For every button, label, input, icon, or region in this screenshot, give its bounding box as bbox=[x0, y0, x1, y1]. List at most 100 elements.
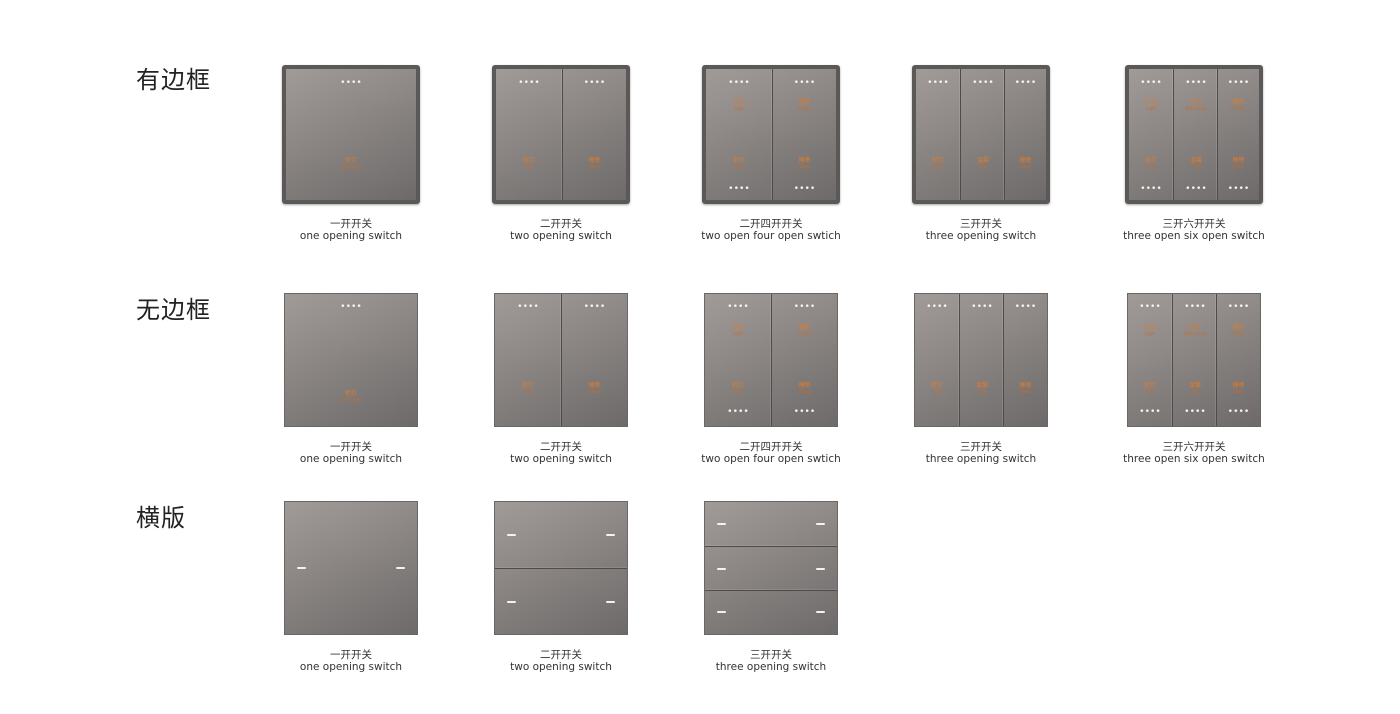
switch-panel[interactable]: •••• 射灯 Light •••• 睡眠 Sleep bbox=[494, 293, 628, 427]
switch-panel[interactable] bbox=[494, 501, 628, 635]
switch-key-right[interactable]: •••• 窗帘 Curtain 睡眠 Sleep •••• bbox=[1216, 294, 1260, 426]
switch-key-left[interactable]: •••• 射灯 Light bbox=[495, 294, 561, 426]
switch-key-left[interactable]: •••• 灯光 Light 射灯 Light •••• bbox=[706, 69, 772, 200]
switch-key-right[interactable]: •••• 窗帘 Curtain 睡眠 Sleep •••• bbox=[1217, 69, 1259, 200]
switch-caption: 二开四开开关 two open four open swtich bbox=[701, 441, 841, 465]
switch-key-middle[interactable]: •••• 主灯 Main Lamp 温馨 Cozy •••• bbox=[1173, 69, 1218, 200]
switch-panel[interactable]: •••• 灯光 Light 射灯 Light •••• •••• 主灯 Main La… bbox=[1127, 293, 1261, 427]
switch-panel[interactable]: •••• 灯光 Light 射灯 Light •••• •••• 主灯 Main La… bbox=[1125, 65, 1263, 204]
button-label: 温馨 Cozy bbox=[976, 157, 990, 169]
indicator-dots-icon: •••• bbox=[583, 302, 606, 312]
indicator-dash-icon bbox=[816, 523, 825, 525]
button-label: 窗帘 Curtain bbox=[797, 99, 812, 111]
switch-key-middle[interactable]: •••• 温馨 Cozy bbox=[959, 294, 1004, 426]
switch-key-top[interactable] bbox=[705, 502, 837, 546]
indicator-dots-icon: •••• bbox=[1185, 78, 1207, 88]
switch-key-right[interactable]: •••• 睡眠 Sleep bbox=[1003, 294, 1047, 426]
indicator-dash-icon bbox=[507, 534, 516, 536]
switch-caption: 二开开关 two opening switch bbox=[510, 218, 612, 242]
switch-key-right[interactable]: •••• 睡眠 Sleep bbox=[561, 294, 627, 426]
button-label: 温馨 Cozy bbox=[975, 382, 989, 394]
switch-key-left[interactable]: •••• 射灯 Light bbox=[915, 294, 959, 426]
button-label: 射灯 Light bbox=[1143, 382, 1157, 394]
button-label: 灯光 Light bbox=[732, 99, 746, 111]
indicator-dots-icon: •••• bbox=[1184, 302, 1206, 312]
switch-caption: 一开开关 one opening switch bbox=[299, 441, 403, 465]
indicator-dots-icon: •••• bbox=[1139, 302, 1161, 312]
switch-key-top[interactable] bbox=[495, 502, 627, 568]
indicator-dots-icon: •••• bbox=[517, 302, 539, 312]
switch-caption: 二开开关 two opening switch bbox=[510, 441, 612, 465]
row-title-horizontal: 横版 bbox=[136, 504, 186, 532]
button-label: 窗帘 Curtain bbox=[797, 324, 812, 336]
button-label: 窗帘 Curtain bbox=[1231, 99, 1246, 111]
switch-key-left[interactable]: •••• 灯光 Light 射灯 Light •••• bbox=[1129, 69, 1173, 200]
button-label: 主灯 Main Lamp bbox=[1185, 99, 1207, 111]
button-label: 射灯 Light bbox=[1144, 157, 1158, 169]
button-label: 射灯 Light bbox=[731, 382, 745, 394]
indicator-dots-icon: •••• bbox=[1184, 407, 1206, 417]
button-label: 灯光 Light bbox=[1144, 99, 1158, 111]
switch-panel[interactable]: •••• 射灯 Light •••• 温馨 Cozy •••• 睡眠 Sleep bbox=[914, 293, 1048, 427]
button-label: 射灯 Light bbox=[522, 157, 536, 169]
switch-panel[interactable]: •••• 射灯 Light •••• 睡眠 Sleep bbox=[492, 65, 630, 204]
button-label: 睡眠 Sleep bbox=[588, 382, 601, 394]
button-label: 睡眠 Sleep bbox=[798, 157, 811, 169]
switch-caption: 三开六开开关 three open six open switch bbox=[1123, 218, 1265, 242]
indicator-dots-icon: •••• bbox=[927, 78, 949, 88]
horizontal-one-switch: 一开开关 one opening switch bbox=[251, 501, 451, 673]
indicator-dash-icon bbox=[717, 568, 726, 570]
button-label: 射灯 Spot Lamp bbox=[340, 390, 362, 402]
button-label: 射灯 Light bbox=[732, 157, 746, 169]
switch-caption: 二开开关 two opening switch bbox=[510, 649, 612, 673]
indicator-dots-icon: •••• bbox=[1014, 78, 1037, 88]
row-title-frameless: 无边框 bbox=[136, 296, 211, 324]
switch-key-middle[interactable]: •••• 温馨 Cozy bbox=[960, 69, 1005, 200]
switch-key-left[interactable]: •••• 灯光 Light 射灯 Light •••• bbox=[705, 294, 771, 426]
framed-three-switch: •••• 射灯 Light •••• 温馨 Cozy •••• 睡眠 Sleep 三开… bbox=[881, 65, 1081, 242]
switch-panel[interactable]: •••• 灯光 Light 射灯 Light •••• •••• 窗帘 Curtain… bbox=[704, 293, 838, 427]
indicator-dots-icon: •••• bbox=[728, 78, 750, 88]
switch-key-right[interactable]: •••• 窗帘 Curtain 睡眠 Sleep •••• bbox=[771, 294, 837, 426]
switch-key-left[interactable]: •••• 射灯 Light bbox=[916, 69, 960, 200]
indicator-dots-icon: •••• bbox=[793, 184, 816, 194]
indicator-dots-icon: •••• bbox=[518, 78, 540, 88]
button-label: 睡眠 Sleep bbox=[1232, 157, 1245, 169]
switch-panel[interactable]: •••• 射灯 Light •••• 温馨 Cozy •••• 睡眠 Sleep bbox=[912, 65, 1050, 204]
button-label: 射灯 Light bbox=[930, 382, 944, 394]
switch-key-left[interactable]: •••• 灯光 Light 射灯 Light •••• bbox=[1128, 294, 1172, 426]
indicator-dash-icon bbox=[717, 611, 726, 613]
indicator-dash-icon bbox=[606, 534, 615, 536]
button-label: 射灯 Light bbox=[931, 157, 945, 169]
switch-panel[interactable]: •••• 射灯 Spot Lamp bbox=[282, 65, 420, 204]
switch-panel[interactable] bbox=[704, 501, 838, 635]
switch-panel[interactable]: •••• 射灯 Spot Lamp bbox=[284, 293, 418, 427]
framed-one-switch: •••• 射灯 Spot Lamp 一开开关 one opening switch bbox=[251, 65, 451, 242]
switch-key-bottom[interactable] bbox=[495, 568, 627, 634]
switch-key-left[interactable]: •••• 射灯 Light bbox=[496, 69, 562, 200]
framed-two-switch: •••• 射灯 Light •••• 睡眠 Sleep 二开开关 two openin… bbox=[461, 65, 661, 242]
row-title-framed: 有边框 bbox=[136, 66, 211, 94]
switch-key-right[interactable]: •••• 睡眠 Sleep bbox=[1004, 69, 1046, 200]
switch-key-middle[interactable] bbox=[705, 546, 837, 591]
switch-key-middle[interactable]: •••• 主灯 Main Lamp 温馨 Cozy •••• bbox=[1172, 294, 1217, 426]
indicator-dots-icon: •••• bbox=[1227, 407, 1250, 417]
switch-key-right[interactable]: •••• 窗帘 Curtain 睡眠 Sleep •••• bbox=[772, 69, 836, 200]
button-label: 灯光 Light bbox=[731, 324, 745, 336]
button-label: 灯光 Light bbox=[1143, 324, 1157, 336]
button-label: 睡眠 Sleep bbox=[1019, 157, 1032, 169]
indicator-dash-icon bbox=[507, 601, 516, 603]
indicator-dots-icon: •••• bbox=[727, 302, 749, 312]
switch-key-right[interactable]: •••• 睡眠 Sleep bbox=[562, 69, 626, 200]
indicator-dash-icon bbox=[297, 567, 306, 569]
indicator-dots-icon: •••• bbox=[1227, 184, 1250, 194]
horizontal-three-switch: 三开开关 three opening switch bbox=[671, 501, 871, 673]
switch-panel[interactable]: •••• 灯光 Light 射灯 Light •••• •••• 窗帘 Curtain… bbox=[702, 65, 840, 204]
switch-panel[interactable] bbox=[284, 501, 418, 635]
indicator-dots-icon: •••• bbox=[926, 302, 948, 312]
indicator-dots-icon: •••• bbox=[1227, 78, 1250, 88]
framed-two-four-switch: •••• 灯光 Light 射灯 Light •••• •••• 窗帘 Curtain… bbox=[671, 65, 871, 242]
switch-key-bottom[interactable] bbox=[705, 590, 837, 634]
indicator-dash-icon bbox=[606, 601, 615, 603]
indicator-dots-icon: •••• bbox=[340, 78, 362, 88]
